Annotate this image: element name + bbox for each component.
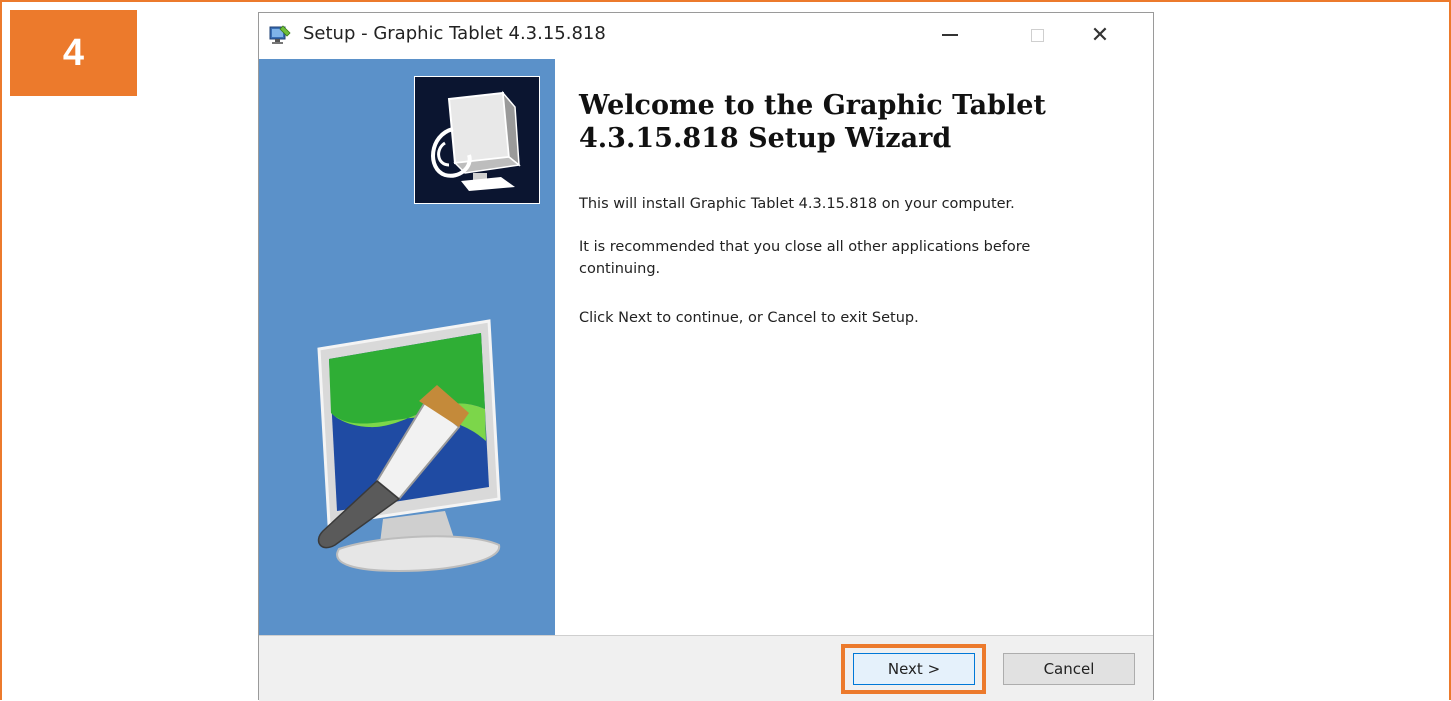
instructions-text: Click Next to continue, or Cancel to exi… xyxy=(579,310,919,326)
next-button[interactable]: Next > xyxy=(853,653,975,685)
tablet-computer-logo-icon xyxy=(414,76,540,204)
maximize-button[interactable] xyxy=(1014,19,1060,51)
title-bar[interactable]: Setup - Graphic Tablet 4.3.15.818 ✕ xyxy=(259,13,1153,59)
step-number-badge: 4 xyxy=(10,10,137,96)
cancel-button[interactable]: Cancel xyxy=(1003,653,1135,685)
setup-wizard-window: Setup - Graphic Tablet 4.3.15.818 ✕ Welc… xyxy=(258,12,1154,701)
monitor-paintbrush-icon xyxy=(299,309,534,579)
maximize-icon xyxy=(1030,28,1044,42)
minimize-button[interactable] xyxy=(927,19,973,51)
wizard-sidebar xyxy=(259,59,555,635)
window-title: Setup - Graphic Tablet 4.3.15.818 xyxy=(303,23,606,44)
wizard-heading: Welcome to the Graphic Tablet 4.3.15.818… xyxy=(579,90,1046,154)
install-info-text: This will install Graphic Tablet 4.3.15.… xyxy=(579,196,1015,212)
setup-installer-icon xyxy=(268,24,292,46)
minimize-icon xyxy=(942,34,958,36)
close-apps-text: It is recommended that you close all oth… xyxy=(579,239,1031,277)
close-icon: ✕ xyxy=(1090,22,1110,48)
close-button[interactable]: ✕ xyxy=(1077,19,1123,51)
